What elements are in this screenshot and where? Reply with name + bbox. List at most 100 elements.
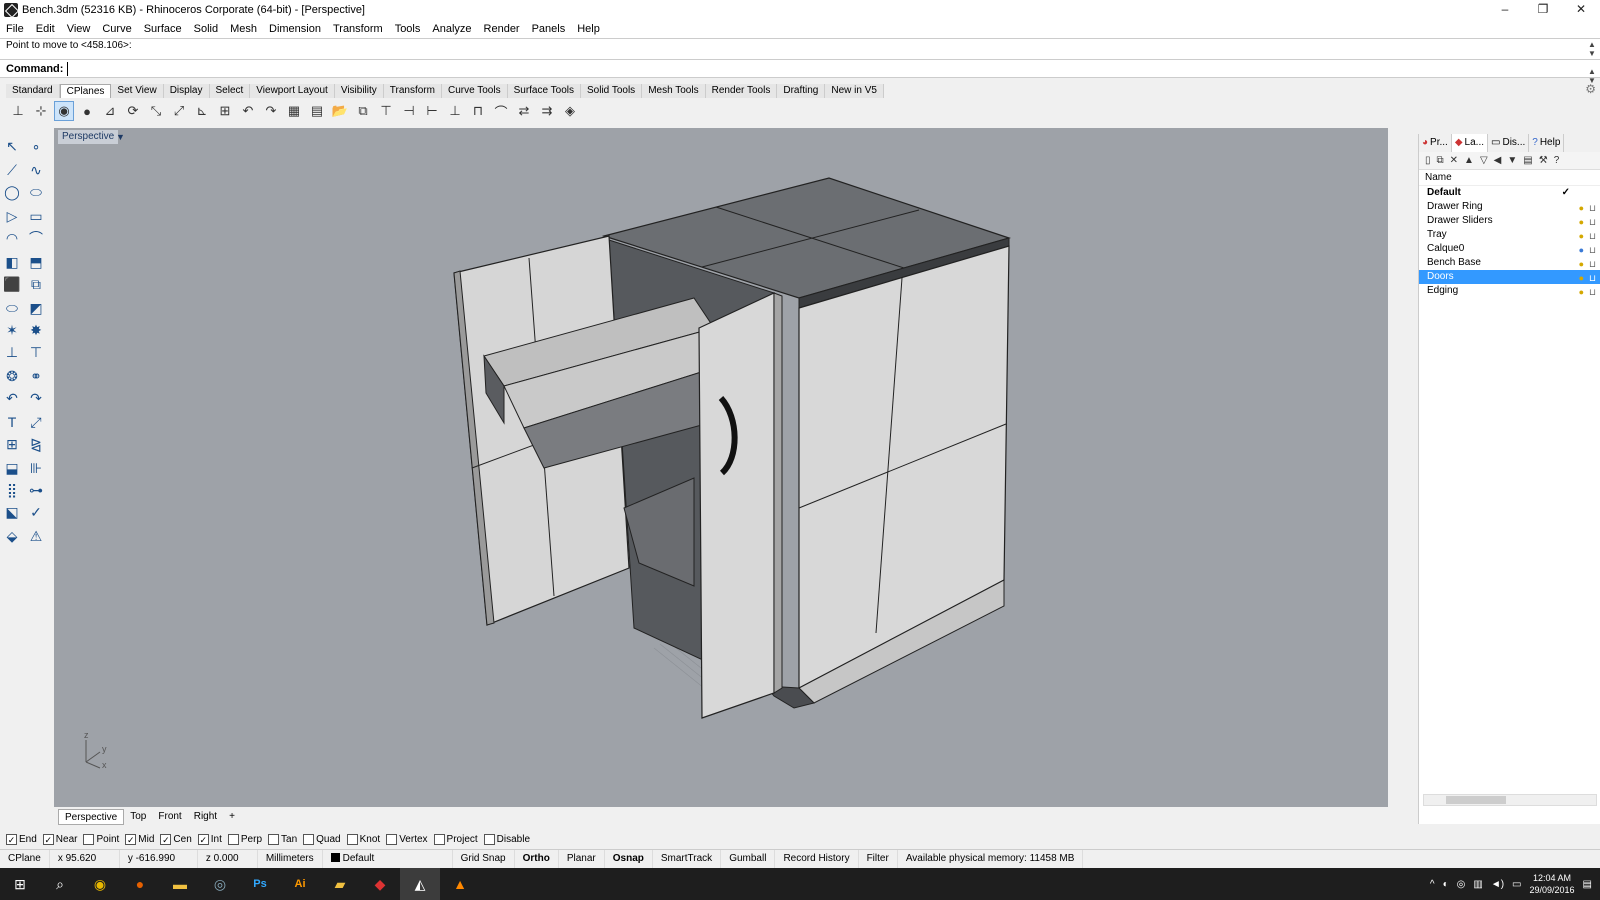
rhino-icon[interactable]: ◭ xyxy=(400,868,440,900)
tab-mesh-tools[interactable]: Mesh Tools xyxy=(642,84,706,98)
layer-tray[interactable]: Tray ● ⊔ xyxy=(1419,228,1600,242)
mesh-icon[interactable]: ✶ xyxy=(2,320,22,340)
osnap-int-checkbox[interactable]: ✓ xyxy=(197,833,209,845)
cplane-next-icon[interactable]: ⇉ xyxy=(537,101,557,121)
cplane-view-icon[interactable]: ⊞ xyxy=(215,101,235,121)
join-icon[interactable]: ⚭ xyxy=(26,366,46,386)
file-explorer-icon[interactable]: ▬ xyxy=(160,868,200,900)
cplane-elevation-icon[interactable]: ◉ xyxy=(54,101,74,121)
chevron-up-icon[interactable]: ^ xyxy=(1430,879,1435,890)
boolean-union-icon[interactable]: ⧉ xyxy=(26,274,46,294)
layer-calque0[interactable]: Calque0 ● ⊔ xyxy=(1419,242,1600,256)
osnap-quad[interactable]: Quad xyxy=(303,833,341,845)
status-layer[interactable]: Default xyxy=(323,849,453,868)
search-icon[interactable]: ⌕ xyxy=(40,868,80,900)
toolbar-options-gear-icon[interactable]: ⚙ xyxy=(1585,82,1596,96)
array-icon[interactable]: ⊞ xyxy=(2,434,22,454)
split-icon[interactable]: ↷ xyxy=(26,388,46,408)
scrollbar-thumb[interactable] xyxy=(1446,796,1506,804)
fillet-curve-icon[interactable]: ⌒ xyxy=(26,228,46,248)
tab-select[interactable]: Select xyxy=(209,84,251,98)
tab-solid-tools[interactable]: Solid Tools xyxy=(581,84,643,98)
menu-render[interactable]: Render xyxy=(478,20,526,38)
tab-properties[interactable]: ◕ Pr... xyxy=(1419,134,1452,152)
lock-icon[interactable]: ⚠ xyxy=(26,526,46,546)
lightbulb-icon[interactable]: ● xyxy=(1579,257,1584,271)
explode-icon[interactable]: ❂ xyxy=(2,366,22,386)
volume-icon[interactable]: ◄) xyxy=(1491,879,1504,890)
menu-solid[interactable]: Solid xyxy=(188,20,224,38)
menu-edit[interactable]: Edit xyxy=(30,20,61,38)
cplane-redo-icon[interactable]: ↷ xyxy=(261,101,281,121)
osnap-tan[interactable]: Tan xyxy=(268,833,297,845)
lightbulb-icon[interactable]: ● xyxy=(1579,285,1584,299)
cplane-bottom-icon[interactable]: ⊓ xyxy=(468,101,488,121)
add-view-tab-button[interactable]: + xyxy=(223,809,241,825)
osnap-perp[interactable]: Perp xyxy=(227,833,262,845)
cplane-object-icon[interactable]: ● xyxy=(77,101,97,121)
lightbulb-icon[interactable]: ● xyxy=(1579,271,1584,285)
osnap-cen-checkbox[interactable]: ✓ xyxy=(160,833,172,845)
lock-icon[interactable]: ⊔ xyxy=(1589,215,1596,229)
scale-icon[interactable]: ⤢ xyxy=(26,412,46,432)
steam-tray-icon[interactable]: ◎ xyxy=(1457,879,1466,890)
illustrator-icon[interactable]: Ai xyxy=(280,868,320,900)
tab-cplanes[interactable]: CPlanes xyxy=(59,84,112,98)
menu-transform[interactable]: Transform xyxy=(327,20,389,38)
keyboard-icon[interactable]: ▭ xyxy=(1512,879,1521,890)
filter-toggle[interactable]: Filter xyxy=(859,849,898,868)
osnap-near-checkbox[interactable]: ✓ xyxy=(42,833,54,845)
arc-icon[interactable]: ◠ xyxy=(2,228,22,248)
chrome-icon[interactable]: ◉ xyxy=(80,868,120,900)
osnap-project-checkbox[interactable] xyxy=(433,833,445,845)
osnap-knot[interactable]: Knot xyxy=(346,833,380,845)
block-icon[interactable]: ⊶ xyxy=(26,480,46,500)
select-arrow-icon[interactable]: ↖ xyxy=(2,136,22,156)
osnap-tan-checkbox[interactable] xyxy=(268,833,280,845)
planar-toggle[interactable]: Planar xyxy=(559,849,605,868)
panel-horizontal-scrollbar[interactable] xyxy=(1423,794,1597,806)
new-layer-icon[interactable]: ▯ xyxy=(1425,155,1431,166)
dimension-icon[interactable]: ⊥ xyxy=(2,342,22,362)
clock[interactable]: 12:04 AM 29/09/2016 xyxy=(1530,872,1575,896)
notifications-icon[interactable]: ▤ xyxy=(1583,879,1592,890)
firefox-icon[interactable]: ● xyxy=(120,868,160,900)
surface-corners-icon[interactable]: ◧ xyxy=(2,252,22,272)
lightbulb-icon[interactable]: ● xyxy=(1579,229,1584,243)
help-circle-icon[interactable]: ? xyxy=(1554,155,1560,166)
osnap-mid-checkbox[interactable]: ✓ xyxy=(125,833,137,845)
delete-layer-icon[interactable]: ✕ xyxy=(1450,155,1458,166)
mirror-icon[interactable]: ⧎ xyxy=(26,434,46,454)
cplane-gumball-icon[interactable]: ◈ xyxy=(560,101,580,121)
viewport-menu-arrow-icon[interactable]: ▼ xyxy=(116,130,126,144)
cplane-left-icon[interactable]: ⊥ xyxy=(445,101,465,121)
lock-icon[interactable]: ⊔ xyxy=(1589,229,1596,243)
text-dimension-icon[interactable]: ⊤ xyxy=(26,342,46,362)
gumball-toggle[interactable]: Gumball xyxy=(721,849,776,868)
cplane-undo-icon[interactable]: ↶ xyxy=(238,101,258,121)
osnap-vertex-checkbox[interactable] xyxy=(386,833,398,845)
record-history-toggle[interactable]: Record History xyxy=(775,849,859,868)
layer-default[interactable]: Default ✓ xyxy=(1419,186,1600,200)
photoshop-icon[interactable]: Ps xyxy=(240,868,280,900)
osnap-toggle[interactable]: Osnap xyxy=(605,849,653,868)
tab-transform[interactable]: Transform xyxy=(383,84,442,98)
polygon-icon[interactable]: ▷ xyxy=(2,206,22,226)
cplane-origin-icon[interactable]: ⊹ xyxy=(31,101,51,121)
minimize-button[interactable]: – xyxy=(1486,0,1524,20)
lock-icon[interactable]: ⊔ xyxy=(1589,257,1596,271)
status-cplane[interactable]: CPlane xyxy=(0,849,50,868)
group-icon[interactable]: ⬓ xyxy=(2,458,22,478)
ortho-toggle[interactable]: Ortho xyxy=(515,849,559,868)
tab-render-tools[interactable]: Render Tools xyxy=(705,84,778,98)
check-icon[interactable]: ✓ xyxy=(26,502,46,522)
tab-new-in-v5[interactable]: New in V5 xyxy=(825,84,884,98)
layer-bench-base[interactable]: Bench Base ● ⊔ xyxy=(1419,256,1600,270)
tab-surface-tools[interactable]: Surface Tools xyxy=(507,84,581,98)
extrude-icon[interactable]: ⬒ xyxy=(26,252,46,272)
tab-standard[interactable]: Standard xyxy=(6,84,60,98)
plane-icon[interactable]: ◩ xyxy=(26,298,46,318)
osnap-point-checkbox[interactable] xyxy=(83,833,95,845)
polyline-icon[interactable]: ⟋ xyxy=(2,160,22,180)
network-icon[interactable]: ▥ xyxy=(1473,879,1482,890)
